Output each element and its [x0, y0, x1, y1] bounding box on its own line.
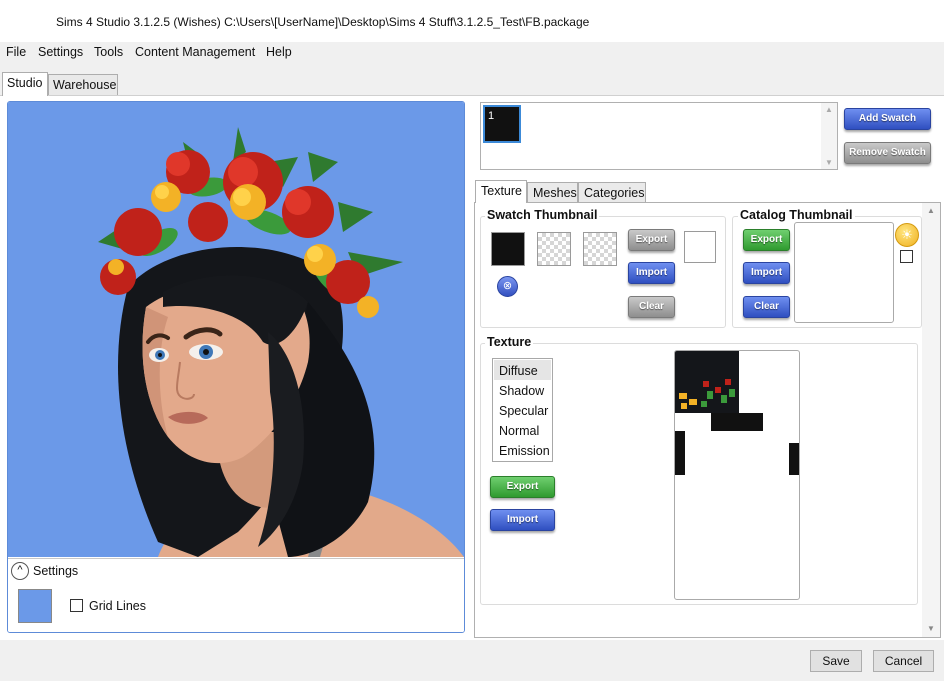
scroll-up-icon[interactable]: ▲ [927, 206, 935, 215]
scroll-down-icon[interactable]: ▼ [927, 624, 935, 633]
grid-lines-checkbox[interactable] [70, 599, 83, 612]
swatch-thumbnail-slot-3[interactable] [583, 232, 617, 266]
catalog-thumbnail-clear-button[interactable]: Clear [743, 296, 790, 318]
texture-import-button[interactable]: Import [490, 509, 555, 531]
title-bar: Sims 4 Studio 3.1.2.5 (Wishes) C:\Users\… [0, 0, 944, 42]
cancel-button[interactable]: Cancel [873, 650, 934, 672]
remove-swatch-button[interactable]: Remove Swatch [844, 142, 931, 164]
preview-settings: ^ Settings Grid Lines [8, 558, 464, 632]
catalog-thumbnail-title: Catalog Thumbnail [738, 208, 855, 222]
tab-texture[interactable]: Texture [475, 180, 527, 203]
texture-tab-scrollbar[interactable]: ▲ ▼ [922, 203, 940, 637]
tab-studio[interactable]: Studio [2, 72, 48, 96]
texture-type-list[interactable]: Diffuse Shadow Specular Normal Emission [492, 358, 553, 462]
menu-settings[interactable]: Settings [38, 45, 83, 59]
tab-categories[interactable]: Categories [578, 182, 646, 203]
catalog-thumbnail-import-button[interactable]: Import [743, 262, 790, 284]
swatch-thumbnail-clear-button[interactable]: Clear [628, 296, 675, 318]
grid-lines-label: Grid Lines [89, 599, 146, 613]
texture-type-diffuse[interactable]: Diffuse [499, 364, 538, 378]
menu-tools[interactable]: Tools [94, 45, 123, 59]
menu-file[interactable]: File [6, 45, 26, 59]
catalog-thumbnail-export-button[interactable]: Export [743, 229, 790, 251]
swatch-thumbnail-color[interactable] [491, 232, 525, 266]
texture-export-button[interactable]: Export [490, 476, 555, 498]
swatch-thumbnail-import-button[interactable]: Import [628, 262, 675, 284]
tab-warehouse[interactable]: Warehouse [48, 74, 118, 95]
swatch-thumbnail-slot-2[interactable] [537, 232, 571, 266]
add-swatch-button[interactable]: Add Swatch [844, 108, 931, 130]
swatch-thumbnail-title: Swatch Thumbnail [485, 208, 600, 222]
texture-type-specular[interactable]: Specular [499, 404, 548, 418]
menu-help[interactable]: Help [266, 45, 292, 59]
scroll-down-icon[interactable]: ▼ [825, 158, 833, 167]
texture-type-normal[interactable]: Normal [499, 424, 539, 438]
sun-icon[interactable]: ☀ [895, 223, 919, 247]
texture-type-emission[interactable]: Emission [499, 444, 550, 458]
swatch-thumbnail-export-button[interactable]: Export [628, 229, 675, 251]
swatch-list-scrollbar[interactable]: ▲ ▼ [821, 103, 837, 169]
model-preview-viewport[interactable] [8, 102, 464, 557]
swatch-list[interactable]: 1 ▲ ▼ [480, 102, 838, 170]
window-title: Sims 4 Studio 3.1.2.5 (Wishes) C:\Users\… [56, 15, 590, 29]
sim-model-render [98, 127, 464, 557]
background-color-picker[interactable] [18, 589, 52, 623]
catalog-thumbnail-preview [794, 222, 894, 323]
catalog-thumbnail-checkbox[interactable] [900, 250, 913, 263]
texture-map-image [675, 351, 799, 475]
texture-group-title: Texture [485, 335, 534, 349]
tab-meshes[interactable]: Meshes [527, 182, 578, 203]
texture-preview [674, 350, 800, 600]
save-button[interactable]: Save [810, 650, 862, 672]
swatch-thumbnail-preview [684, 231, 716, 263]
texture-type-shadow[interactable]: Shadow [499, 384, 544, 398]
menu-bar: File Settings Tools Content Management H… [0, 42, 944, 68]
close-icon[interactable]: ⊗ [497, 276, 518, 297]
swatch-item[interactable]: 1 [483, 105, 521, 143]
scroll-up-icon[interactable]: ▲ [825, 105, 833, 114]
settings-label: Settings [33, 564, 79, 578]
model-preview-panel: ^ Settings Grid Lines [7, 101, 465, 633]
menu-content-management[interactable]: Content Management [135, 45, 255, 59]
chevron-up-icon[interactable]: ^ [11, 562, 29, 580]
